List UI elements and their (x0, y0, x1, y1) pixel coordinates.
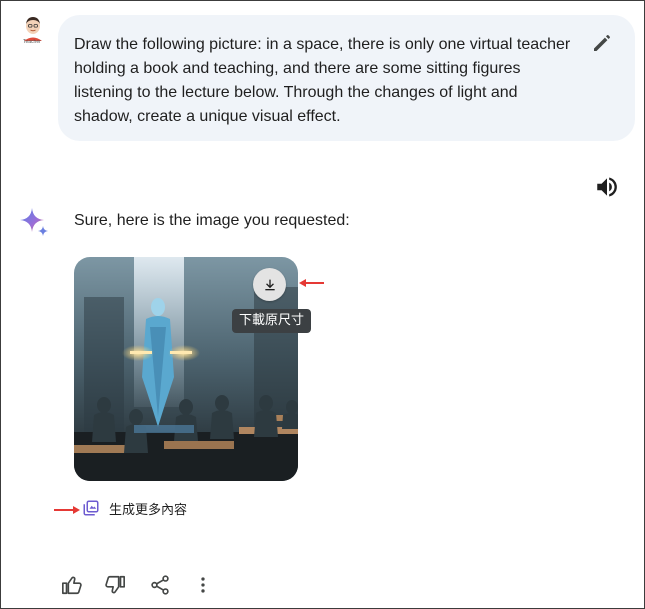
generate-more-label: 生成更多內容 (109, 502, 188, 518)
more-vert-icon (201, 577, 205, 593)
annotation-arrow (54, 506, 80, 514)
thumbs-down-icon (105, 575, 125, 594)
user-prompt-bubble: Draw the following picture: in a space, … (58, 15, 635, 141)
thumbs-down-button[interactable] (104, 574, 126, 596)
read-aloud-button[interactable] (594, 174, 620, 200)
more-options-button[interactable] (192, 574, 214, 596)
download-icon (264, 279, 275, 290)
user-prompt-text: Draw the following picture: in a space, … (74, 36, 571, 125)
speaker-icon (597, 177, 617, 197)
thumbs-up-icon (62, 576, 82, 595)
sparkle-icon (20, 208, 48, 236)
avatar-caption: Teacher (23, 39, 41, 45)
share-button[interactable] (149, 574, 171, 596)
thumbs-up-button[interactable] (61, 574, 83, 596)
download-button[interactable] (253, 268, 286, 301)
assistant-reply-text: Sure, here is the image you requested: (74, 212, 350, 229)
pencil-icon (594, 35, 610, 51)
user-avatar[interactable]: Teacher (20, 15, 46, 45)
image-library-icon (83, 500, 99, 516)
chat-window: Teacher Draw the following picture: in a… (0, 0, 645, 609)
edit-prompt-button[interactable] (590, 31, 614, 55)
download-tooltip: 下載原尺寸 (232, 309, 312, 333)
generate-more-button[interactable]: 生成更多內容 (82, 498, 187, 518)
annotation-arrow (299, 279, 324, 287)
share-icon (151, 575, 169, 595)
assistant-avatar (18, 206, 50, 238)
